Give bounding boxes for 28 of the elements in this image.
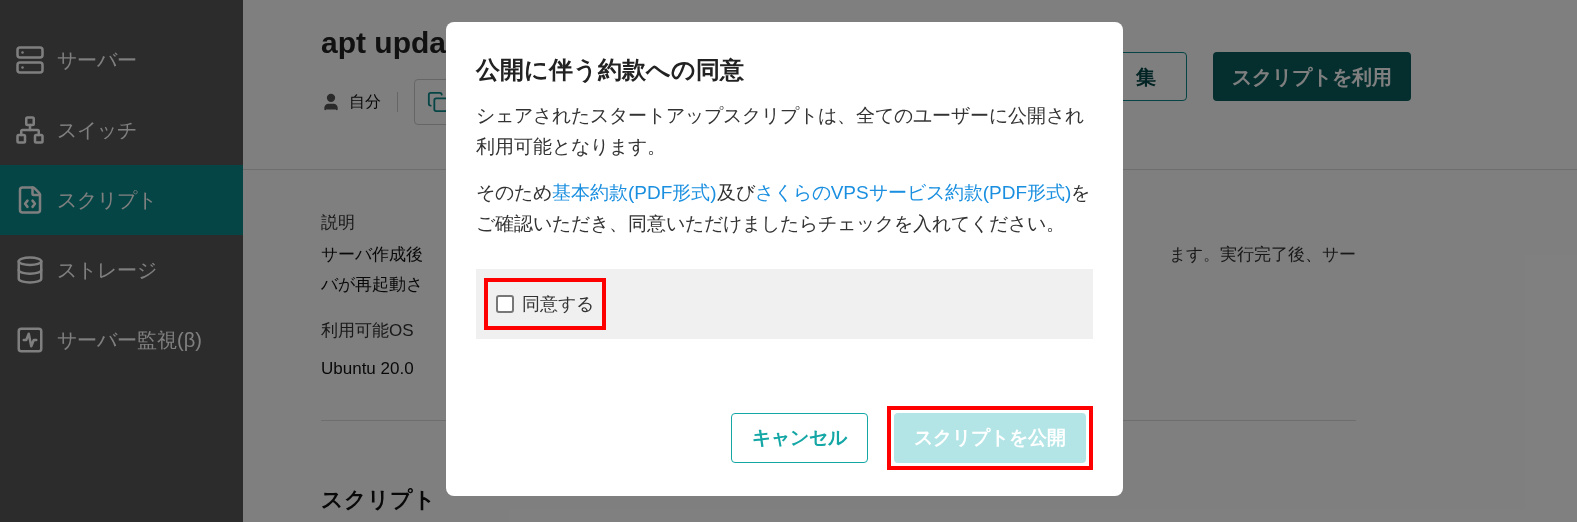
os-label: 利用可能OS bbox=[321, 320, 414, 342]
copy-icon bbox=[427, 91, 449, 113]
terms-link[interactable]: さくらのVPSサービス約款(PDF形式) bbox=[754, 182, 1072, 203]
server-icon bbox=[15, 45, 45, 75]
script-title: apt upda bbox=[321, 25, 447, 61]
dialog-title: 公開に伴う約款への同意 bbox=[476, 55, 745, 85]
details-heading: スクリプト bbox=[321, 486, 436, 514]
dialog-paragraph: シェアされたスタートアップスクリプトは、全てのユーザーに公開され利用可能となります。 bbox=[476, 104, 1085, 159]
cancel-button[interactable]: キャンセル bbox=[731, 413, 868, 463]
os-value: Ubuntu 20.0 bbox=[321, 358, 414, 380]
sidebar-item[interactable]: スクリプト bbox=[0, 165, 243, 235]
dialog-paragraph: そのため基本約款(PDF形式)及びさくらのVPSサービス約款(PDF形式)をご確認いただき、同意いただけましたらチェックを入れてください。 bbox=[476, 181, 1092, 236]
description-text: サーバ作成後 bbox=[321, 244, 423, 266]
description-text: ます。実行完了後、サー bbox=[1169, 244, 1356, 266]
user-icon bbox=[321, 92, 341, 112]
description-label: 説明 bbox=[321, 212, 355, 234]
database-icon bbox=[15, 255, 45, 285]
network-icon bbox=[15, 115, 45, 145]
description-text: バが再起動さ bbox=[321, 274, 423, 296]
use-script-button[interactable]: スクリプトを利用 bbox=[1213, 52, 1411, 101]
sidebar-item[interactable]: サーバー bbox=[0, 25, 243, 95]
activity-monitor-icon bbox=[15, 325, 45, 355]
sidebar-item[interactable]: スイッチ bbox=[0, 95, 243, 165]
sidebar-item[interactable]: サーバー監視(β) bbox=[0, 305, 243, 375]
terms-link[interactable]: 基本約款(PDF形式) bbox=[552, 182, 717, 203]
agree-checkbox[interactable]: 同意する bbox=[484, 278, 606, 330]
owner-label: 自分 bbox=[349, 92, 381, 112]
sidebar-item[interactable]: ストレージ bbox=[0, 235, 243, 305]
